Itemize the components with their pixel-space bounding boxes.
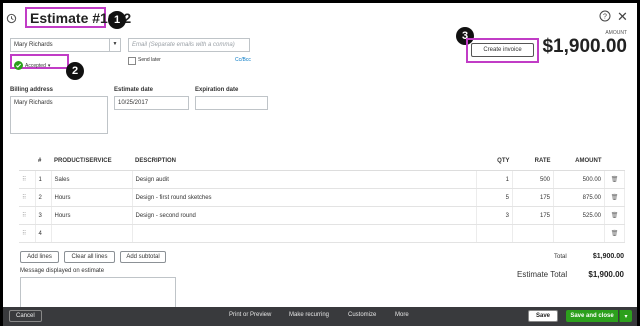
customer-select[interactable]: Mary Richards <box>10 38 110 52</box>
row-description[interactable]: Design - second round <box>132 206 477 225</box>
col-rate: RATE <box>512 152 554 171</box>
create-invoice-button[interactable]: Create invoice <box>471 43 534 57</box>
close-icon[interactable]: ✕ <box>617 9 628 25</box>
total-label: Total <box>554 254 567 260</box>
row-description[interactable] <box>132 224 477 243</box>
line-items-table: # PRODUCT/SERVICE DESCRIPTION QTY RATE A… <box>19 152 625 243</box>
save-button[interactable]: Save <box>528 310 559 322</box>
trash-icon[interactable]: 🗑 <box>604 206 625 225</box>
estimate-date-label: Estimate date <box>114 87 154 93</box>
drag-handle-icon[interactable]: ⠿ <box>19 188 36 207</box>
message-label: Message displayed on estimate <box>20 268 105 274</box>
trash-icon[interactable]: 🗑 <box>604 188 625 207</box>
status-dropdown[interactable]: Accepted ▾ <box>14 57 50 75</box>
customize-link[interactable]: Customize <box>348 312 376 318</box>
drag-handle-icon[interactable]: ⠿ <box>19 170 36 189</box>
message-field[interactable] <box>20 277 176 308</box>
row-amount[interactable]: 525.00 <box>553 206 605 225</box>
row-number: 4 <box>35 224 52 243</box>
col-qty: QTY <box>476 152 513 171</box>
col-number: # <box>35 152 51 171</box>
cancel-button[interactable]: Cancel <box>9 310 42 322</box>
estimate-date-value: 10/25/2017 <box>118 100 149 106</box>
row-number: 3 <box>35 206 52 225</box>
col-product: PRODUCT/SERVICE <box>51 152 132 171</box>
email-field[interactable]: Email (Separate emails with a comma) <box>128 38 250 52</box>
amount-value: $1,900.00 <box>542 36 627 57</box>
row-qty[interactable] <box>476 224 513 243</box>
table-row[interactable]: ⠿ 3 Hours Design - second round 3 175 52… <box>19 206 625 225</box>
row-rate[interactable]: 175 <box>512 206 554 225</box>
row-amount[interactable] <box>553 224 605 243</box>
estimate-date-field[interactable]: 10/25/2017 <box>114 96 189 110</box>
trash-icon[interactable]: 🗑 <box>604 170 625 189</box>
row-number: 2 <box>35 188 52 207</box>
row-amount[interactable]: 875.00 <box>553 188 605 207</box>
more-link[interactable]: More <box>395 312 409 318</box>
chevron-down-icon: ▾ <box>624 313 628 320</box>
row-amount[interactable]: 500.00 <box>553 170 605 189</box>
row-qty[interactable]: 1 <box>476 170 513 189</box>
table-row[interactable]: ⠿ 1 Sales Design audit 1 500 500.00 🗑 <box>19 170 625 189</box>
expiration-date-field[interactable] <box>195 96 268 110</box>
row-rate[interactable]: 500 <box>512 170 554 189</box>
table-row[interactable]: ⠿ 2 Hours Design - first round sketches … <box>19 188 625 207</box>
status-label: Accepted <box>25 63 46 69</box>
billing-address-field[interactable]: Mary Richards <box>10 96 108 134</box>
row-product[interactable]: Hours <box>51 188 133 207</box>
billing-address-label: Billing address <box>10 87 54 93</box>
row-number: 1 <box>35 170 52 189</box>
cc-bcc-link[interactable]: Cc/Bcc <box>235 57 251 63</box>
trash-column-header <box>604 152 625 171</box>
add-lines-button[interactable]: Add lines <box>20 251 59 263</box>
col-description: DESCRIPTION <box>132 152 477 171</box>
row-rate[interactable] <box>512 224 554 243</box>
chevron-down-icon: ▼ <box>112 41 118 47</box>
billing-address-value: Mary Richards <box>14 100 53 106</box>
svg-text:?: ? <box>603 14 607 21</box>
footer-bar: Cancel Print or Preview Make recurring C… <box>3 307 637 326</box>
window-frame: Estimate #1002 1 ? ✕ Mary Richards ▼ Ema… <box>0 0 640 326</box>
drag-handle-icon[interactable]: ⠿ <box>19 206 36 225</box>
add-subtotal-button[interactable]: Add subtotal <box>120 251 166 263</box>
expiration-date-label: Expiration date <box>195 87 239 93</box>
row-product[interactable]: Hours <box>51 206 133 225</box>
send-later-checkbox[interactable] <box>128 57 136 65</box>
caret-down-icon: ▾ <box>47 63 51 69</box>
check-circle-icon <box>14 57 23 75</box>
clear-all-lines-button[interactable]: Clear all lines <box>64 251 115 263</box>
drag-column-header <box>19 152 35 171</box>
callout-badge-1: 1 <box>108 11 126 29</box>
total-value: $1,900.00 <box>592 253 624 260</box>
customer-name: Mary Richards <box>14 42 53 48</box>
row-description[interactable]: Design audit <box>132 170 477 189</box>
callout-badge-2: 2 <box>66 62 84 80</box>
help-icon[interactable]: ? <box>599 9 611 27</box>
estimate-panel: Estimate #1002 1 ? ✕ Mary Richards ▼ Ema… <box>3 3 637 308</box>
row-qty[interactable]: 5 <box>476 188 513 207</box>
row-rate[interactable]: 175 <box>512 188 554 207</box>
drag-handle-icon[interactable]: ⠿ <box>19 224 36 243</box>
save-and-close-button[interactable]: Save and close <box>566 310 618 322</box>
customer-dropdown-button[interactable]: ▼ <box>109 38 121 52</box>
send-later-label: Send later <box>138 57 161 63</box>
table-row[interactable]: ⠿ 4 🗑 <box>19 224 625 243</box>
estimate-total-label: Estimate Total <box>517 270 568 279</box>
history-icon[interactable] <box>6 11 17 29</box>
estimate-total-value: $1,900.00 <box>588 270 624 279</box>
row-product[interactable] <box>51 224 133 243</box>
row-product[interactable]: Sales <box>51 170 133 189</box>
row-qty[interactable]: 3 <box>476 206 513 225</box>
print-preview-link[interactable]: Print or Preview <box>229 312 271 318</box>
trash-icon[interactable]: 🗑 <box>604 224 625 243</box>
row-description[interactable]: Design - first round sketches <box>132 188 477 207</box>
save-options-dropdown[interactable]: ▾ <box>619 310 632 322</box>
make-recurring-link[interactable]: Make recurring <box>289 312 329 318</box>
email-placeholder: Email (Separate emails with a comma) <box>132 42 235 48</box>
table-header-row: # PRODUCT/SERVICE DESCRIPTION QTY RATE A… <box>19 152 625 171</box>
col-amount: AMOUNT <box>553 152 605 171</box>
